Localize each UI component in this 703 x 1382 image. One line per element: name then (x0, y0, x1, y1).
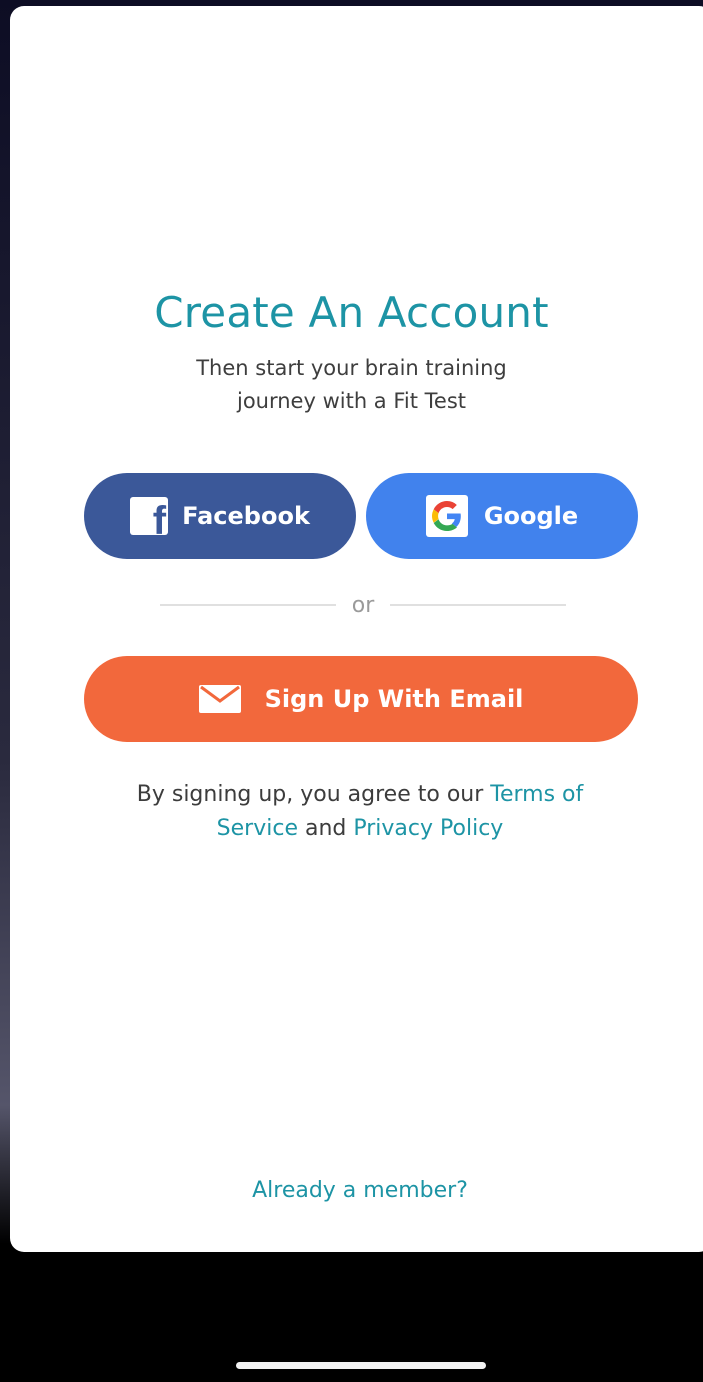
divider-line-left (160, 604, 336, 606)
terms-link-part-2[interactable]: Service (217, 816, 298, 841)
home-indicator[interactable] (236, 1362, 486, 1369)
legal-line-2: Service and Privacy Policy (0, 812, 703, 846)
page-subtitle: Then start your brain training journey w… (0, 352, 703, 418)
already-member-link[interactable]: Already a member? (0, 1178, 703, 1203)
legal-line-1: By signing up, you agree to our Terms of (0, 778, 703, 812)
divider-label: or (351, 592, 375, 618)
legal-text: By signing up, you agree to our Terms of… (0, 778, 703, 846)
email-signup-button[interactable]: Sign Up With Email (84, 656, 638, 742)
facebook-signup-button[interactable]: f Facebook (84, 473, 356, 559)
signup-card (10, 6, 703, 1252)
page-title: Create An Account (154, 288, 549, 337)
subtitle-line-2: journey with a Fit Test (236, 389, 466, 413)
subtitle-line-1: Then start your brain training (196, 356, 507, 380)
facebook-icon: f (130, 497, 169, 535)
mail-icon (198, 685, 241, 713)
divider-line-right (390, 604, 567, 606)
google-signup-button[interactable]: Google (366, 473, 638, 559)
or-divider: or (160, 590, 567, 620)
legal-and: and (297, 816, 354, 841)
privacy-policy-link[interactable]: Privacy Policy (353, 816, 503, 841)
legal-prefix: By signing up, you agree to our (136, 782, 491, 807)
google-icon (425, 495, 468, 537)
google-button-label: Google (483, 502, 579, 530)
email-button-label: Sign Up With Email (264, 685, 524, 713)
terms-link-part-1[interactable]: Terms of (490, 782, 583, 807)
app-screen: Create An Account Then start your brain … (0, 0, 703, 1382)
facebook-button-label: Facebook (182, 502, 310, 530)
